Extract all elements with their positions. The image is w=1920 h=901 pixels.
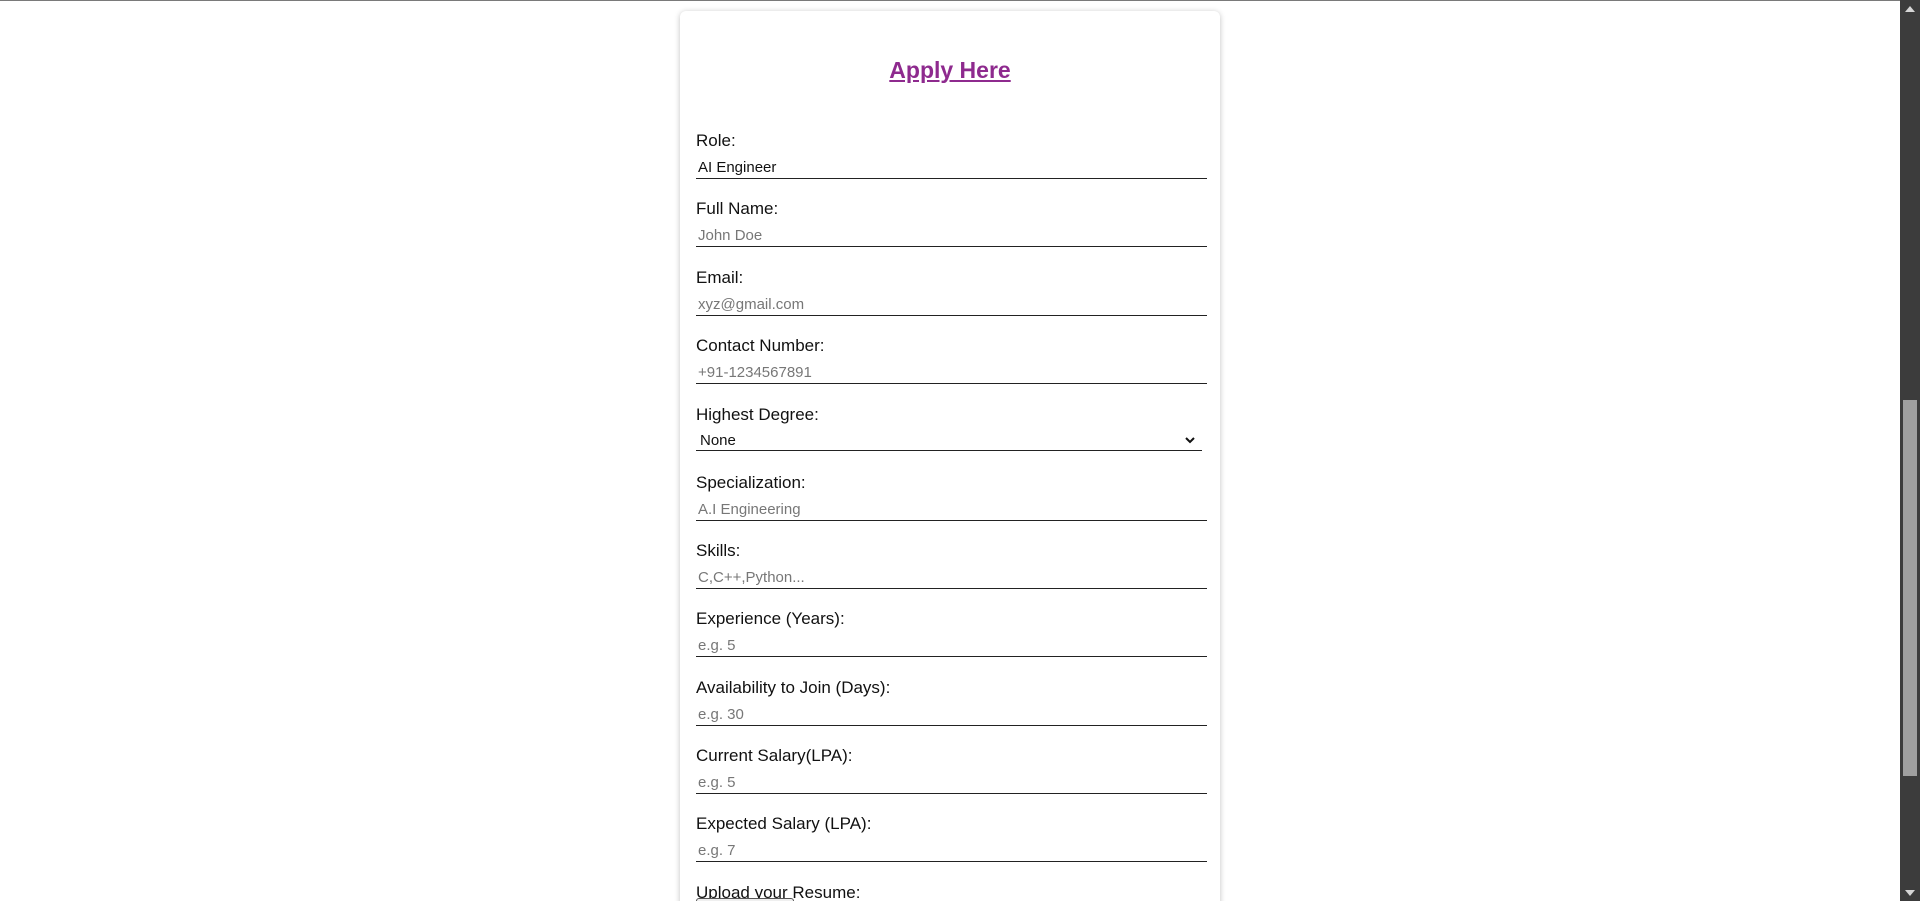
arrow-up-icon[interactable] (1900, 0, 1920, 17)
expected-salary-input[interactable] (696, 840, 1207, 862)
availability-input[interactable] (696, 704, 1207, 726)
email-input[interactable] (696, 294, 1207, 316)
page-title-link[interactable]: Apply Here (680, 57, 1220, 84)
role-input[interactable] (696, 157, 1207, 179)
skills-input[interactable] (696, 567, 1207, 589)
specialization-label: Specialization: (696, 473, 806, 492)
experience-label: Experience (Years): (696, 609, 845, 628)
email-label: Email: (696, 268, 744, 287)
arrow-down-icon[interactable] (1900, 884, 1920, 901)
contact-number-field: Contact Number: (696, 336, 1207, 384)
page-viewport: Apply Here Role: Full Name: Email: Conta… (0, 0, 1900, 901)
expected-salary-label: Expected Salary (LPA): (696, 814, 872, 833)
experience-field: Experience (Years): (696, 609, 1207, 657)
scrollbar-thumb[interactable] (1903, 400, 1917, 776)
expected-salary-field: Expected Salary (LPA): (696, 814, 1207, 862)
skills-field: Skills: (696, 541, 1207, 589)
experience-input[interactable] (696, 635, 1207, 657)
top-divider (0, 0, 1900, 1)
current-salary-label: Current Salary(LPA): (696, 746, 853, 765)
application-form-card: Apply Here Role: Full Name: Email: Conta… (680, 11, 1220, 901)
skills-label: Skills: (696, 541, 741, 560)
contact-number-label: Contact Number: (696, 336, 825, 355)
specialization-input[interactable] (696, 499, 1207, 521)
contact-number-input[interactable] (696, 362, 1207, 384)
current-salary-input[interactable] (696, 772, 1207, 794)
full-name-input[interactable] (696, 225, 1207, 247)
role-field: Role: (696, 131, 1207, 179)
highest-degree-label: Highest Degree: (696, 405, 819, 424)
highest-degree-field: Highest Degree: None (696, 405, 1207, 451)
highest-degree-selected-value: None (700, 432, 736, 449)
full-name-label: Full Name: (696, 199, 779, 218)
chevron-down-icon (1185, 437, 1195, 444)
specialization-field: Specialization: (696, 473, 1207, 521)
current-salary-field: Current Salary(LPA): (696, 746, 1207, 794)
availability-field: Availability to Join (Days): (696, 678, 1207, 726)
highest-degree-select[interactable]: None (696, 431, 1202, 451)
availability-label: Availability to Join (Days): (696, 678, 891, 697)
role-label: Role: (696, 131, 736, 150)
email-field: Email: (696, 268, 1207, 316)
vertical-scrollbar[interactable] (1900, 0, 1920, 901)
full-name-field: Full Name: (696, 199, 1207, 247)
